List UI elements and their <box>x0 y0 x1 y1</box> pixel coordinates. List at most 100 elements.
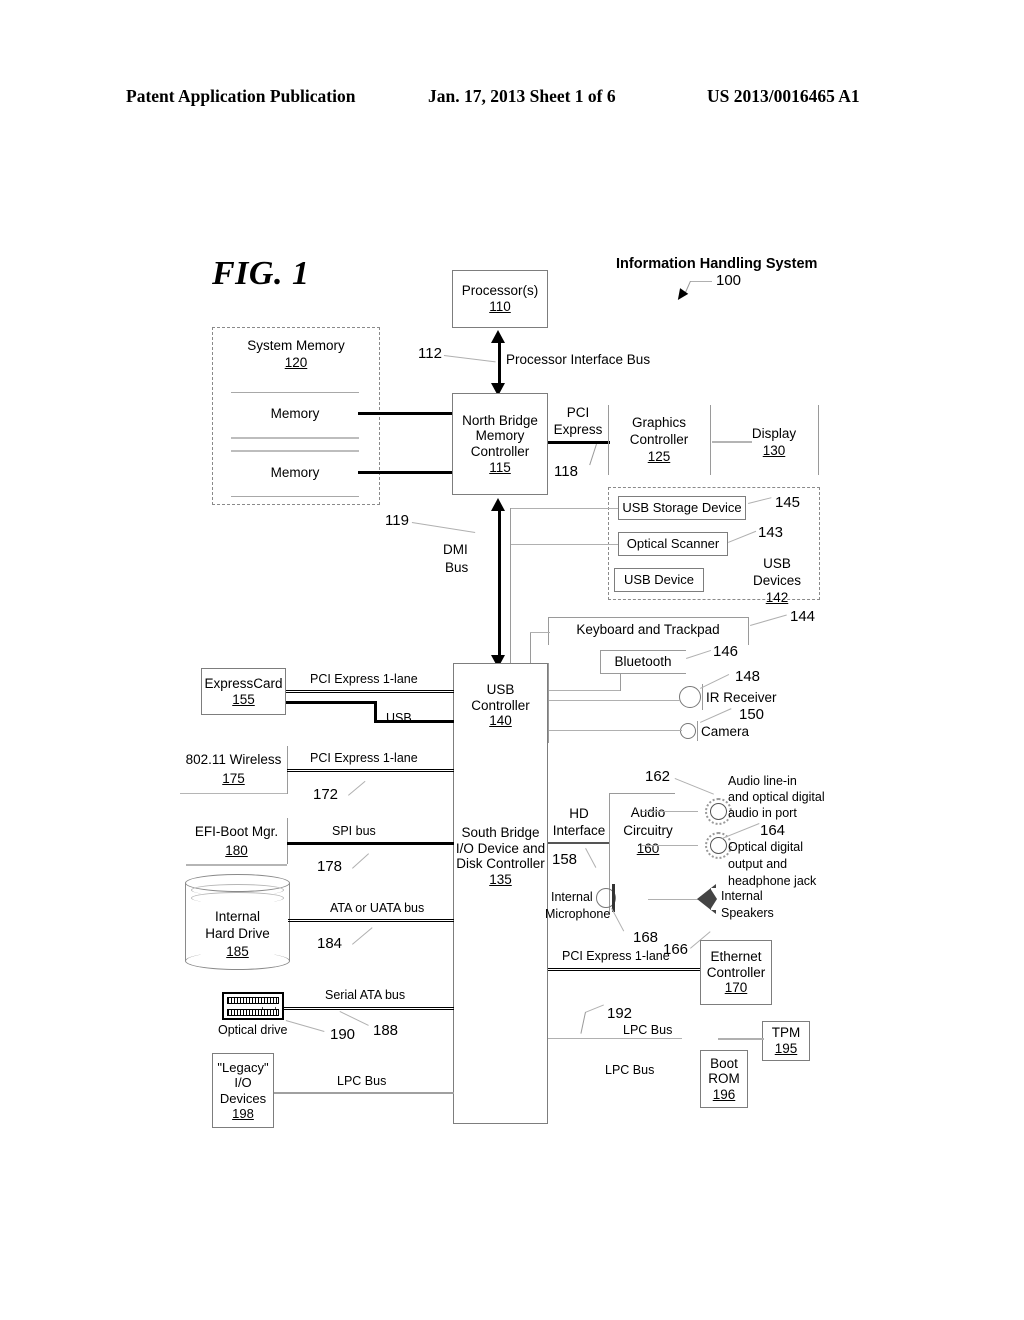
ethernet-ref: 170 <box>724 980 748 996</box>
bluetooth-left-rule <box>600 650 601 674</box>
ref-168: 168 <box>633 929 659 946</box>
south-bridge-ref: 135 <box>489 871 512 887</box>
ata-bus-line <box>288 919 454 922</box>
processor-bus-arrow-up <box>491 330 505 343</box>
ref-119: 119 <box>385 512 409 529</box>
dmi-arrow-up <box>491 498 505 511</box>
ir-receiver-label: IR Receiver <box>706 690 777 705</box>
ethernet-line1: Ethernet <box>710 949 762 965</box>
header-right-text: US 2013/0016465 A1 <box>707 86 860 106</box>
display-right-rule <box>818 405 819 475</box>
audio-out-line2: output and <box>728 857 788 871</box>
ref-100: 100 <box>716 272 742 289</box>
ref-184: 184 <box>317 935 343 952</box>
processor-ref: 110 <box>489 299 511 314</box>
hdd-rib2 <box>191 892 284 904</box>
memory-slot2-top-rule <box>231 450 359 452</box>
spi-bus-line <box>287 842 454 845</box>
ref-162-leader <box>674 778 714 795</box>
south-bridge-text: South Bridge I/O Device and Disk Control… <box>456 825 545 888</box>
bluetooth-top-rule <box>600 650 686 651</box>
dmi-bus-label-2: Bus <box>445 560 469 575</box>
graphics-line1: Graphics <box>631 415 687 430</box>
bluetooth-link-h <box>548 690 620 691</box>
lpc-bus-right-line-1 <box>548 1038 682 1039</box>
audio-ref: 160 <box>636 841 660 856</box>
ref-162: 162 <box>645 768 671 785</box>
processor-label: Processor(s) <box>461 283 539 299</box>
memory-slot2-label: Memory <box>270 465 320 480</box>
ref-143: 143 <box>758 524 784 541</box>
pci-express-label-line1: PCI <box>566 405 590 420</box>
usb-storage-device-label: USB Storage Device <box>622 500 742 516</box>
expresscard-pcie-bus <box>286 690 454 693</box>
optical-scanner-block: Optical Scanner <box>618 532 728 556</box>
usb-storage-device-block: USB Storage Device <box>618 496 746 520</box>
system-memory-label: System Memory <box>247 338 345 353</box>
ref-112-leader <box>443 355 496 363</box>
keyboard-top-rule <box>548 617 748 618</box>
usb-devices-line2: Devices <box>752 573 801 588</box>
audio-out-jack-inner <box>710 837 727 854</box>
usb-controller-ref: 140 <box>489 713 512 729</box>
optical-scanner-label: Optical Scanner <box>626 536 720 552</box>
camera-link-h <box>548 730 682 731</box>
camera-icon <box>680 723 696 739</box>
hd-interface-line <box>548 842 610 844</box>
legacy-io-ref: 198 <box>232 1105 254 1121</box>
header-middle-text: Jan. 17, 2013 Sheet 1 of 6 <box>428 86 616 106</box>
ref-146-leader <box>686 649 712 659</box>
pci-express-bus-line <box>548 441 610 444</box>
usb-device-label: USB Device <box>623 572 695 588</box>
optical-scanner-link <box>510 544 618 545</box>
ref-178: 178 <box>317 858 343 875</box>
legacy-io-line3: Devices <box>219 1090 267 1106</box>
internal-spk-line1: Internal <box>721 889 763 903</box>
lpc-bus-right-label-2: LPC Bus <box>605 1063 655 1077</box>
spi-bus-label: SPI bus <box>332 824 376 838</box>
memory-slot1-label: Memory <box>270 406 320 421</box>
ref-148: 148 <box>735 668 761 685</box>
ref-145: 145 <box>775 494 801 511</box>
legacy-io-line2: I/O <box>234 1075 252 1091</box>
bluetooth-link-v <box>620 673 621 691</box>
expresscard-label: ExpressCard <box>204 675 283 691</box>
ref-158: 158 <box>552 851 578 868</box>
bluetooth-label: Bluetooth <box>614 654 672 669</box>
usb-devices-line1: USB <box>763 556 791 571</box>
system-ref-leader <box>690 281 712 282</box>
ref-192-leader2 <box>580 1012 586 1034</box>
dmi-bus-label-1: DMI <box>443 542 468 557</box>
usb-controller-right-edge <box>548 663 549 743</box>
hard-drive-line1: Internal <box>214 909 261 924</box>
ethernet-pcie-bus <box>548 968 700 971</box>
tpm-ref: 195 <box>774 1041 798 1056</box>
north-bridge-line1: North Bridge <box>462 412 538 428</box>
ref-192: 192 <box>607 1005 633 1022</box>
ref-112: 112 <box>418 345 442 362</box>
ref-164-leader <box>722 823 760 839</box>
serial-ata-bus-label: Serial ATA bus <box>325 988 406 1002</box>
ref-148-leader <box>700 673 730 689</box>
pcie-1lane-wireless-label: PCI Express 1-lane <box>310 751 418 765</box>
efi-label: EFI-Boot Mgr. <box>194 824 279 839</box>
usb-devices-ref: 142 <box>765 590 789 605</box>
efi-right-rule <box>287 818 288 864</box>
tpm-link <box>718 1038 764 1040</box>
graphics-right-rule <box>710 405 711 475</box>
efi-bottom-rule <box>186 864 287 866</box>
ref-168-leader <box>611 908 625 932</box>
optical-drive-label: Optical drive <box>218 1023 288 1037</box>
pcie-1lane-ethernet-label: PCI Express 1-lane <box>562 949 670 963</box>
north-bridge-line3: Controller <box>470 444 530 459</box>
ethernet-controller-block: Ethernet Controller 170 <box>700 940 772 1005</box>
boot-rom-ref: 196 <box>712 1086 736 1102</box>
optical-drive-slot-bottom <box>227 1009 279 1016</box>
wireless-pcie-bus <box>287 769 454 772</box>
hard-drive-line2: Hard Drive <box>205 926 270 941</box>
ref-146: 146 <box>713 643 739 660</box>
audio-out-line3: headphone jack <box>728 874 817 888</box>
optical-drive-slot-top <box>227 997 279 1004</box>
memory-slot1-bus <box>358 412 454 415</box>
ref-172: 172 <box>313 786 339 803</box>
